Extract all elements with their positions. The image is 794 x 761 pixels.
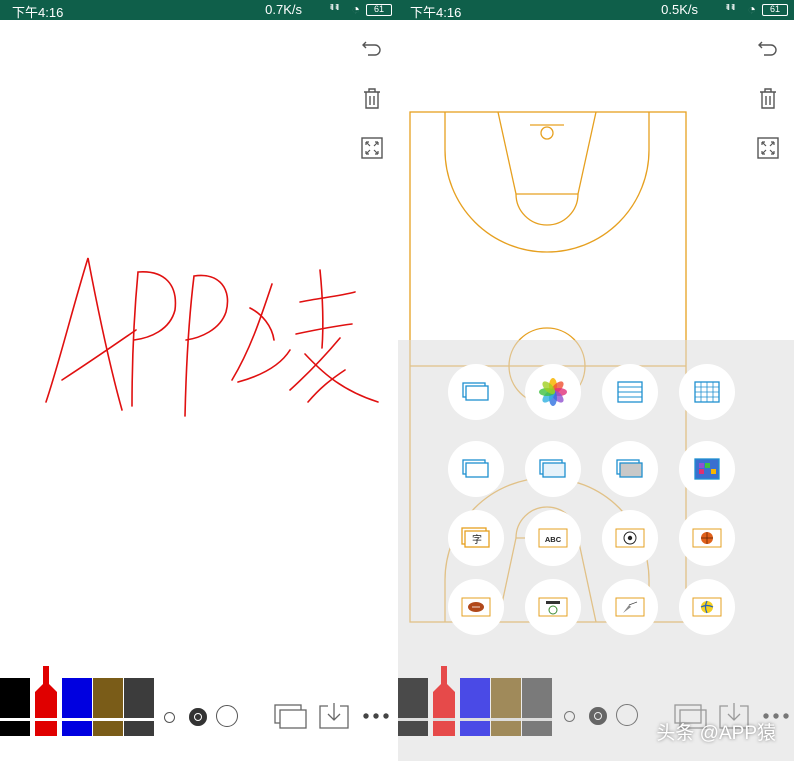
signal-icon: ⁱˡˡ ⁱˡˡ <box>725 2 735 16</box>
option-pixel-grid[interactable] <box>679 441 735 497</box>
clock: 下午4:16 <box>12 5 64 20</box>
status-bar: 下午4:16 0.7K/s ⁱˡˡ ⁱˡˡ ◔ 61 <box>0 0 398 20</box>
pen-black[interactable] <box>0 672 30 736</box>
gray-card-icon <box>616 459 643 478</box>
volleyball-icon <box>692 597 722 617</box>
undo-icon[interactable] <box>756 36 780 60</box>
network-speed: 0.5K/s <box>661 2 698 17</box>
layers-icon <box>462 382 489 401</box>
fullscreen-icon[interactable] <box>360 136 384 160</box>
option-grid[interactable] <box>679 364 735 420</box>
option-volleyball-card[interactable] <box>679 579 735 635</box>
signal-icon: ⁱˡˡ ⁱˡˡ <box>329 2 339 16</box>
battery-icon: 61 <box>762 4 788 16</box>
wifi-icon: ◔ <box>351 1 360 17</box>
right-screen: 下午4:16 0.5K/s ⁱˡˡ ⁱˡˡ ◔ 61 字 ABC <box>398 0 794 761</box>
option-basketball-card[interactable] <box>679 510 735 566</box>
clock: 下午4:16 <box>410 5 462 20</box>
status-bar: 下午4:16 0.5K/s ⁱˡˡ ⁱˡˡ ◔ 61 <box>398 0 794 20</box>
grid-icon <box>694 381 720 403</box>
option-layers-3[interactable] <box>525 441 581 497</box>
option-english-card[interactable] <box>525 579 581 635</box>
option-football-card[interactable] <box>448 579 504 635</box>
stack-icon <box>617 381 643 403</box>
pen-blue[interactable] <box>460 672 490 736</box>
photos-icon <box>539 378 567 406</box>
pen-red-selected[interactable] <box>31 666 61 736</box>
more-icon[interactable] <box>362 712 390 720</box>
option-zi-card[interactable]: 字 <box>448 510 504 566</box>
save-icon[interactable] <box>318 702 350 730</box>
background-icon[interactable] <box>274 704 308 730</box>
left-screen: 下午4:16 0.7K/s ⁱˡˡ ⁱˡˡ ◔ 61 <box>0 0 398 761</box>
pen-gray[interactable] <box>522 672 552 736</box>
undo-icon[interactable] <box>360 36 384 60</box>
basketball-icon <box>692 528 722 548</box>
brush-size-small[interactable] <box>164 712 175 723</box>
battery-icon: 61 <box>366 4 392 16</box>
brush-size-small[interactable] <box>564 711 575 722</box>
option-abc-card[interactable]: ABC <box>525 510 581 566</box>
svg-text:字: 字 <box>472 533 482 546</box>
brush-size-medium-selected[interactable] <box>589 707 607 725</box>
bottom-toolbar <box>0 666 398 750</box>
option-photos[interactable] <box>525 364 581 420</box>
pen-blue[interactable] <box>62 672 92 736</box>
option-layers-2[interactable] <box>448 441 504 497</box>
pen-gray[interactable] <box>124 672 154 736</box>
layers-tinted-icon <box>539 459 566 478</box>
watermark: 头条 @APP猿 <box>656 723 776 744</box>
pixel-grid-icon <box>694 458 720 480</box>
option-gray-card[interactable] <box>602 441 658 497</box>
pen-brown[interactable] <box>491 672 521 736</box>
pen-red-selected[interactable] <box>429 666 459 736</box>
brush-size-large[interactable] <box>216 705 238 727</box>
option-stack[interactable] <box>602 364 658 420</box>
option-layers[interactable] <box>448 364 504 420</box>
brush-size-medium-selected[interactable] <box>189 708 207 726</box>
handwriting-drawing[interactable] <box>0 230 398 430</box>
trash-icon[interactable] <box>360 86 384 110</box>
pen-brown[interactable] <box>93 672 123 736</box>
england-ball-icon <box>538 597 568 617</box>
option-soccer-card[interactable] <box>602 510 658 566</box>
layers-icon <box>462 459 489 478</box>
svg-text:ABC: ABC <box>545 535 562 544</box>
badminton-icon <box>615 597 645 617</box>
abc-card-icon: ABC <box>538 528 568 548</box>
football-icon <box>461 597 491 617</box>
brush-size-large[interactable] <box>616 704 638 726</box>
soccer-ball-icon <box>615 528 645 548</box>
pen-black[interactable] <box>398 672 428 736</box>
wifi-icon: ◔ <box>747 1 756 17</box>
option-badminton-card[interactable] <box>602 579 658 635</box>
network-speed: 0.7K/s <box>265 2 302 17</box>
zi-card-icon: 字 <box>461 527 490 548</box>
